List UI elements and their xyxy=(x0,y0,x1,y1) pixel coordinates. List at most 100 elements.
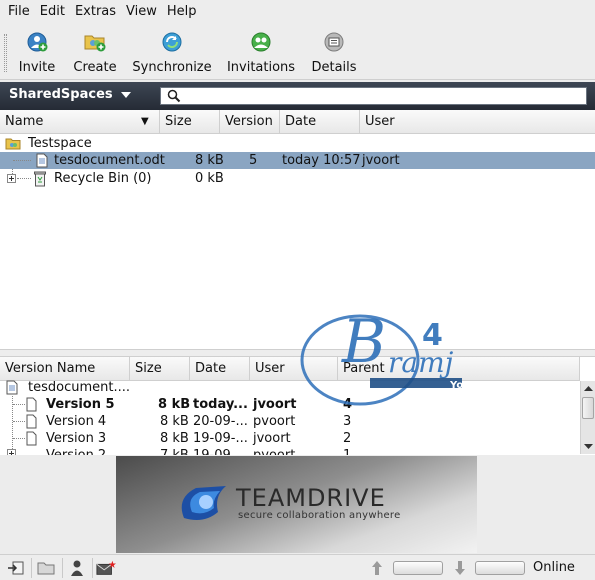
banner-tagline: secure collaboration anywhere xyxy=(238,510,401,521)
recycle-bin-icon xyxy=(34,171,46,187)
version-row[interactable]: Version 4 8 kB 20-09-... pvoort 3 xyxy=(0,413,580,430)
scroll-up-icon[interactable] xyxy=(583,383,594,394)
details-label: Details xyxy=(311,60,357,75)
column-header-version[interactable]: Version xyxy=(220,110,280,134)
menu-edit[interactable]: Edit xyxy=(35,0,70,24)
menu-file[interactable]: File xyxy=(3,0,35,24)
search-icon xyxy=(167,89,181,103)
version-name: Version 3 xyxy=(46,431,107,446)
version-size: 8 kB xyxy=(160,414,189,429)
version-parent: 3 xyxy=(343,414,352,429)
version-parent: 1 xyxy=(343,447,351,455)
versions-panel: Version Name Size Date User Parent tesdo… xyxy=(0,357,595,455)
menu-view[interactable]: View xyxy=(121,0,162,24)
invite-icon xyxy=(27,32,48,52)
synchronize-label: Synchronize xyxy=(132,60,212,75)
file-row[interactable]: tesdocument.odt 8 kB 5 today 10:57 jvoor… xyxy=(0,152,595,169)
download-progress-bar xyxy=(475,561,525,575)
version-parent: 4 xyxy=(343,397,353,412)
shared-spaces-label: SharedSpaces xyxy=(9,87,113,102)
expand-icon[interactable] xyxy=(7,449,16,455)
user-icon[interactable] xyxy=(67,559,87,577)
toolbar: Invite Create Synchronize Invitations De… xyxy=(0,24,595,80)
column-header-user[interactable]: User xyxy=(360,110,595,134)
recycle-bin-size: 0 kB xyxy=(195,171,224,186)
column-header-size[interactable]: Size xyxy=(130,357,190,381)
separator xyxy=(62,558,63,578)
scroll-thumb[interactable] xyxy=(582,397,594,419)
space-bar: SharedSpaces xyxy=(0,82,595,110)
document-icon xyxy=(26,397,37,412)
teamdrive-logo-icon xyxy=(181,486,226,520)
file-size: 8 kB xyxy=(195,153,224,168)
file-name: tesdocument.odt xyxy=(54,153,165,168)
folder-icon[interactable] xyxy=(36,559,56,577)
tree-line xyxy=(13,404,25,405)
invite-label: Invite xyxy=(18,60,56,75)
search-input[interactable] xyxy=(160,87,587,105)
version-row[interactable]: Version 2 7 kB 19-09... pvoort 1 xyxy=(0,447,580,455)
column-header-version-name[interactable]: Version Name xyxy=(0,357,130,381)
version-date: 19-09... xyxy=(193,447,243,455)
invite-button[interactable]: Invite xyxy=(17,28,57,76)
synchronize-button[interactable]: Synchronize xyxy=(132,28,212,76)
synchronize-icon xyxy=(162,32,182,52)
invitations-button[interactable]: Invitations xyxy=(227,28,295,76)
details-icon xyxy=(324,32,344,52)
menu-extras[interactable]: Extras xyxy=(70,0,121,24)
invitations-icon xyxy=(251,32,271,52)
shared-spaces-dropdown[interactable]: SharedSpaces xyxy=(9,87,131,102)
pane-splitter[interactable] xyxy=(0,349,595,357)
toolbar-grip[interactable] xyxy=(4,34,7,72)
column-header-name[interactable]: Name ▼ xyxy=(0,110,160,134)
space-folder-icon xyxy=(5,138,21,150)
version-user: pvoort xyxy=(253,447,295,455)
column-header-parent[interactable]: Parent xyxy=(338,357,580,381)
details-button[interactable]: Details xyxy=(311,28,357,76)
file-user: jvoort xyxy=(362,153,400,168)
column-header-name-label: Name xyxy=(5,114,44,129)
version-row[interactable]: Version 5 8 kB today... jvoort 4 xyxy=(0,396,580,413)
scroll-down-icon[interactable] xyxy=(583,441,594,452)
create-label: Create xyxy=(73,60,117,75)
version-date: 19-09-... xyxy=(193,431,248,446)
create-button[interactable]: Create xyxy=(72,28,118,76)
recycle-bin-row[interactable]: Recycle Bin (0) 0 kB xyxy=(0,170,595,187)
column-header-date[interactable]: Date xyxy=(280,110,360,134)
mail-icon[interactable] xyxy=(96,559,116,577)
files-panel: Name ▼ Size Version Date User Testspace … xyxy=(0,110,595,349)
menu-help[interactable]: Help xyxy=(162,0,202,24)
menu-bar: File Edit Extras View Help xyxy=(0,0,595,24)
version-size: 7 kB xyxy=(160,447,189,455)
version-user: jvoort xyxy=(253,431,291,446)
versions-scrollbar[interactable] xyxy=(580,381,595,454)
dropdown-arrow-icon xyxy=(120,91,131,98)
upload-arrow-icon xyxy=(372,561,382,575)
file-date: today 10:57 xyxy=(282,153,361,168)
version-root-name: tesdocument.... xyxy=(28,380,130,395)
version-size: 8 kB xyxy=(158,397,191,412)
version-name: Version 5 xyxy=(46,397,115,412)
teamdrive-banner[interactable]: TeamDrive secure collaboration anywhere xyxy=(116,456,477,553)
space-row[interactable]: Testspace xyxy=(0,135,595,152)
space-name: Testspace xyxy=(28,136,92,151)
version-row[interactable]: Version 3 8 kB 19-09-... jvoort 2 xyxy=(0,430,580,447)
version-name: Version 2 xyxy=(46,447,106,455)
recycle-bin-name: Recycle Bin (0) xyxy=(54,171,152,186)
document-icon xyxy=(26,431,37,446)
version-parent: 2 xyxy=(343,431,352,446)
version-user: pvoort xyxy=(253,414,296,429)
version-root-row[interactable]: tesdocument.... xyxy=(0,379,580,396)
column-header-date[interactable]: Date xyxy=(190,357,250,381)
download-arrow-icon xyxy=(455,561,465,575)
separator xyxy=(92,558,93,578)
version-user: jvoort xyxy=(253,397,297,412)
login-icon[interactable] xyxy=(6,559,26,577)
version-size: 8 kB xyxy=(160,431,189,446)
upload-progress-bar xyxy=(393,561,443,575)
tree-line xyxy=(13,421,25,422)
document-icon xyxy=(26,414,37,429)
column-header-user[interactable]: User xyxy=(250,357,338,381)
column-header-size[interactable]: Size xyxy=(160,110,220,134)
expand-icon[interactable] xyxy=(7,174,16,183)
